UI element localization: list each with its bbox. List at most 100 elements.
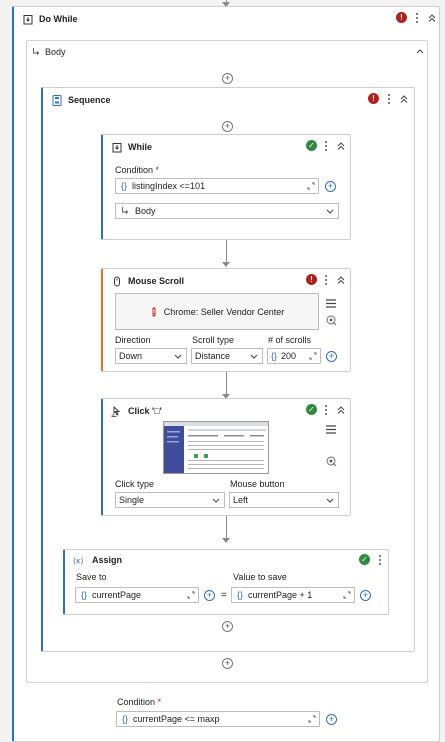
click-target-screenshot[interactable] xyxy=(163,421,269,474)
assign-ok-icon: ✓ xyxy=(359,554,370,565)
save-to-label: Save to xyxy=(76,572,107,582)
mouse-button-label: Mouse button xyxy=(230,479,285,489)
target-error-icon xyxy=(150,307,158,317)
body-branch-icon xyxy=(33,48,40,55)
while-collapse-icon[interactable] xyxy=(336,140,346,152)
add-activity-sequence-bottom[interactable]: + xyxy=(222,621,233,632)
click-card[interactable]: Click '□' ✓ Click type Mouse button Sing… xyxy=(101,398,351,516)
click-icon xyxy=(111,405,122,417)
target-indicate-icon[interactable] xyxy=(325,455,337,467)
click-menu-icon[interactable] xyxy=(323,404,329,416)
assign-title: Assign xyxy=(92,555,123,565)
do-while-collapse-icon[interactable] xyxy=(427,12,437,24)
click-collapse-icon[interactable] xyxy=(336,404,346,416)
num-scrolls-input[interactable]: {} 200 xyxy=(267,348,321,364)
expand-editor-icon[interactable] xyxy=(307,715,316,724)
chevron-down-icon xyxy=(212,496,220,506)
do-while-body-label: Body xyxy=(45,47,66,57)
direction-value: Down xyxy=(119,351,143,361)
save-to-plus-button[interactable]: + xyxy=(204,590,215,601)
expression-icon: {} xyxy=(81,590,88,600)
scroll-type-label: Scroll type xyxy=(192,335,235,345)
scroll-type-select[interactable]: Distance xyxy=(191,348,263,364)
do-while-body-container: Body + Sequence ! + While ✓ Condition * … xyxy=(26,40,428,683)
num-scrolls-plus-button[interactable]: + xyxy=(326,351,337,362)
while-menu-icon[interactable] xyxy=(323,140,329,152)
while-body-dropdown[interactable]: Body xyxy=(115,203,339,219)
mouse-scroll-icon xyxy=(111,276,122,287)
mouse-scroll-error-icon: ! xyxy=(306,274,317,285)
value-to-save-input[interactable]: {} currentPage + 1 xyxy=(231,587,355,603)
expand-editor-icon[interactable] xyxy=(306,182,315,191)
save-to-input[interactable]: {} currentPage xyxy=(75,587,199,603)
mouse-button-value: Left xyxy=(233,495,249,505)
expand-editor-icon[interactable] xyxy=(186,591,195,600)
connector-1-arrow xyxy=(222,262,230,267)
click-ok-icon: ✓ xyxy=(306,404,317,415)
do-while-condition-plus-button[interactable]: + xyxy=(326,714,337,725)
click-type-select[interactable]: Single xyxy=(115,492,225,508)
do-while-header[interactable]: Do While xyxy=(14,7,439,31)
body-branch-icon xyxy=(122,207,129,214)
sequence-header[interactable]: Sequence xyxy=(43,88,414,112)
hamburger-menu-icon[interactable] xyxy=(325,423,337,435)
connector-2 xyxy=(226,372,227,396)
do-while-body-header[interactable]: Body xyxy=(32,44,66,60)
while-body-label: Body xyxy=(135,206,156,216)
save-to-value: currentPage xyxy=(92,590,142,600)
assign-card[interactable]: (x) Assign ✓ Save to Value to save {} cu… xyxy=(63,549,389,615)
chevron-down-icon xyxy=(174,352,182,362)
do-while-card[interactable]: Do While ! Body + Sequence ! + While ✓ C… xyxy=(12,6,440,742)
do-while-condition-label: Condition * xyxy=(117,697,162,707)
mouse-scroll-target-label: Chrome: Seller Vendor Center xyxy=(163,306,285,317)
sequence-card[interactable]: Sequence ! + While ✓ Condition * {} list… xyxy=(41,87,415,652)
hamburger-menu-icon[interactable] xyxy=(325,297,337,309)
while-title: While xyxy=(128,142,152,152)
connector-3 xyxy=(226,516,227,540)
value-to-save-plus-button[interactable]: + xyxy=(360,590,371,601)
mouse-scroll-title: Mouse Scroll xyxy=(128,276,185,286)
svg-text:(x): (x) xyxy=(73,556,83,565)
click-type-value: Single xyxy=(119,495,145,505)
value-to-save-label: Value to save xyxy=(233,572,287,582)
expression-icon: {} xyxy=(122,714,129,724)
while-ok-icon: ✓ xyxy=(306,140,317,151)
add-activity-sequence-top[interactable]: + xyxy=(222,121,233,132)
direction-label: Direction xyxy=(115,335,151,345)
mouse-scroll-collapse-icon[interactable] xyxy=(336,274,346,286)
sequence-error-icon: ! xyxy=(368,93,379,104)
do-while-menu-icon[interactable] xyxy=(414,12,420,24)
mouse-button-select[interactable]: Left xyxy=(229,492,339,508)
mouse-scroll-target-box[interactable]: Chrome: Seller Vendor Center xyxy=(115,293,319,330)
expression-icon: {} xyxy=(237,590,244,600)
num-scrolls-value: 200 xyxy=(281,351,297,361)
while-condition-value: listingIndex <=101 xyxy=(132,181,206,191)
assign-menu-icon[interactable] xyxy=(377,554,383,566)
expand-editor-icon[interactable] xyxy=(308,352,317,361)
sequence-title: Sequence xyxy=(68,95,111,105)
direction-select[interactable]: Down xyxy=(115,348,187,364)
do-while-title: Do While xyxy=(39,14,78,24)
assign-header[interactable]: (x) Assign xyxy=(65,550,388,570)
do-while-condition-input[interactable]: {} currentPage <= maxp xyxy=(116,711,320,727)
assign-icon: (x) xyxy=(73,555,86,566)
screenshot-thumbnail-image xyxy=(164,422,268,473)
do-while-body-collapse-icon[interactable] xyxy=(415,45,425,57)
sequence-collapse-icon[interactable] xyxy=(399,93,409,105)
sequence-menu-icon[interactable] xyxy=(386,93,392,105)
while-condition-plus-button[interactable]: + xyxy=(325,181,336,192)
num-scrolls-label: # of scrolls xyxy=(268,335,312,345)
target-indicate-icon[interactable] xyxy=(325,314,337,326)
chevron-down-icon xyxy=(326,496,334,506)
do-while-icon xyxy=(22,14,33,25)
mouse-scroll-menu-icon[interactable] xyxy=(323,274,329,286)
add-activity-top-body[interactable]: + xyxy=(222,73,233,84)
mouse-scroll-card[interactable]: Mouse Scroll ! Chrome: Seller Vendor Cen… xyxy=(101,268,351,372)
assign-equals-sign: = xyxy=(221,590,227,601)
while-condition-input[interactable]: {} listingIndex <=101 xyxy=(115,178,319,194)
expand-editor-icon[interactable] xyxy=(342,591,351,600)
expression-icon: {} xyxy=(121,181,128,191)
while-card[interactable]: While ✓ Condition * {} listingIndex <=10… xyxy=(101,134,351,240)
do-while-condition-value: currentPage <= maxp xyxy=(133,714,220,724)
add-activity-body-bottom[interactable]: + xyxy=(222,658,233,669)
